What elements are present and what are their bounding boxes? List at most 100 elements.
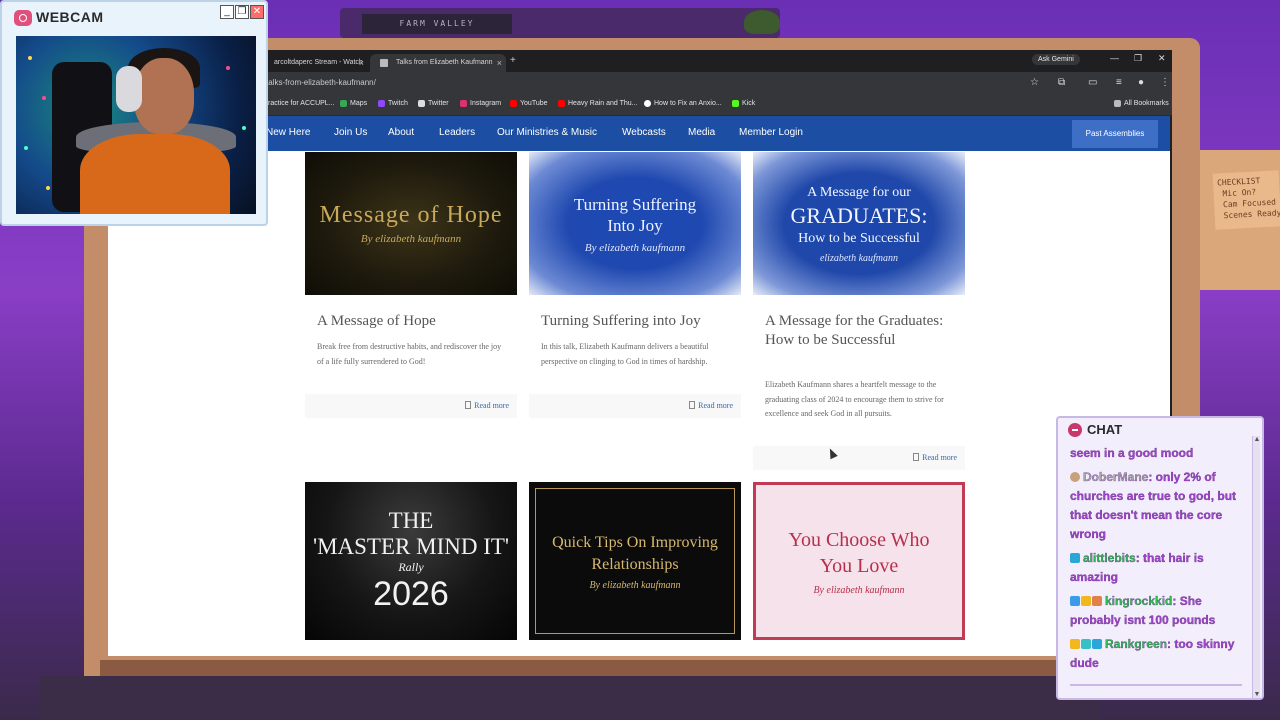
bookmark-label: Twitch	[388, 100, 408, 107]
extensions-icon[interactable]: ⧉	[1058, 77, 1065, 88]
bookmark-label: YouTube	[520, 100, 548, 107]
image-byline: By elizabeth kaufmann	[589, 579, 681, 591]
image-title: Quick Tips On Improving Relationships	[552, 533, 718, 573]
close-icon: ✕	[250, 5, 264, 19]
tab-close-icon[interactable]: ×	[359, 54, 364, 72]
nav-about[interactable]: About	[388, 127, 414, 138]
nav-leaders[interactable]: Leaders	[439, 127, 475, 138]
maps-icon	[340, 100, 347, 107]
nav-new-here[interactable]: New Here	[266, 127, 310, 138]
card-title[interactable]: Turning Suffering into Joy	[541, 312, 731, 331]
bookmark-instagram[interactable]: Instagram	[460, 100, 501, 107]
headphones	[116, 66, 142, 112]
bookmark-anxiety[interactable]: How to Fix an Anxio...	[644, 100, 722, 107]
past-assemblies-button[interactable]: Past Assemblies	[1072, 120, 1158, 148]
profile-icon[interactable]: ●	[1138, 77, 1144, 88]
chat-text: seem in a good mood	[1070, 446, 1194, 460]
read-more-link[interactable]: Read more	[689, 401, 733, 410]
twitch-icon	[378, 100, 385, 107]
close-icon[interactable]: ✕	[1158, 53, 1166, 64]
image-byline: elizabeth kaufmann	[819, 253, 899, 264]
card-description: Elizabeth Kaufmann shares a heartfelt me…	[765, 380, 944, 418]
talk-card: Quick Tips On Improving Relationships By…	[529, 482, 741, 640]
chat-message: DoberMane: only 2% of churches are true …	[1070, 468, 1250, 544]
star-icon[interactable]: ☆	[1030, 77, 1039, 88]
nav-member-login[interactable]: Member Login	[739, 127, 803, 138]
read-more-link[interactable]: Read more	[465, 401, 509, 410]
bookmark-accupl[interactable]: ractice for ACCUPL...	[268, 100, 335, 107]
webcam-overlay: WEBCAM _ ❐ ✕	[0, 0, 268, 226]
nav-join-us[interactable]: Join Us	[334, 127, 367, 138]
bookmark-twitter[interactable]: Twitter	[418, 100, 449, 107]
bookmark-label: Kick	[742, 100, 756, 107]
bookmark-youtube[interactable]: YouTube	[510, 100, 548, 107]
bookmark-label: Maps	[350, 100, 368, 107]
bookmark-kick[interactable]: Kick	[732, 100, 755, 107]
image-title: Turning Suffering Into Joy	[573, 194, 697, 235]
image-border: Quick Tips On Improving Relationships By…	[535, 488, 735, 634]
new-tab-button[interactable]: +	[510, 54, 516, 68]
card-title[interactable]: A Message of Hope	[317, 312, 507, 331]
nav-media[interactable]: Media	[688, 127, 715, 138]
card-title[interactable]: A Message for the Graduates: How to be S…	[765, 312, 955, 350]
bookmark-heavy-rain[interactable]: Heavy Rain and Thu...	[558, 100, 638, 107]
nav-ministries[interactable]: Our Ministries & Music	[497, 127, 597, 138]
all-bookmarks[interactable]: All Bookmarks	[1114, 100, 1169, 107]
card-description: Break free from destructive habits, and …	[317, 342, 502, 366]
card-image[interactable]: Message of Hope By elizabeth kaufmann	[305, 152, 517, 295]
read-more-label: Read more	[474, 401, 509, 410]
bookmark-label: Instagram	[470, 100, 502, 107]
bookmark-twitch[interactable]: Twitch	[378, 100, 408, 107]
tab-kaufmann[interactable]: Talks from Elizabeth Kaufmann ×	[370, 54, 506, 72]
restore-icon[interactable]: ❐	[1134, 53, 1142, 64]
webcam-feed	[16, 36, 256, 214]
card-image[interactable]: THE 'MASTER MIND IT' Rally 2026	[305, 482, 517, 640]
menu-icon[interactable]: ⋮	[1160, 77, 1170, 88]
card-footer: Read more	[305, 394, 517, 418]
read-more-link[interactable]: Read more	[913, 453, 957, 462]
image-year: 2026	[373, 575, 449, 613]
instagram-icon	[460, 100, 467, 107]
card-footer: Read more	[529, 394, 741, 418]
tab-close-icon[interactable]: ×	[497, 54, 502, 72]
bookmark-label: How to Fix an Anxio...	[654, 100, 722, 107]
image-title: Message of Hope	[319, 202, 503, 228]
chat-bubble-icon	[1068, 422, 1082, 437]
minimize-icon[interactable]: —	[1110, 53, 1119, 63]
media-icon[interactable]: ≡	[1116, 77, 1122, 88]
sword-badge-icon	[1070, 596, 1080, 606]
chat-username: kingrockkid	[1105, 594, 1173, 608]
wall-sign: FARM VALLEY	[362, 14, 512, 34]
talk-card: Turning Suffering Into Joy By elizabeth …	[529, 152, 741, 422]
chat-title: CHAT	[1087, 422, 1123, 437]
ask-gemini-button[interactable]: Ask Gemini	[1032, 54, 1080, 65]
document-icon	[689, 401, 696, 409]
image-byline: By elizabeth kaufmann	[584, 241, 686, 254]
card-image[interactable]: Turning Suffering Into Joy By elizabeth …	[529, 152, 741, 295]
card-image[interactable]: Quick Tips On Improving Relationships By…	[529, 482, 741, 640]
chat-scrollbar: ▲ ▼	[1252, 436, 1260, 698]
url-field[interactable]: talks-from-elizabeth-kaufmann/	[266, 78, 376, 87]
talk-card: THE 'MASTER MIND IT' Rally 2026	[305, 482, 517, 640]
nav-webcasts[interactable]: Webcasts	[622, 127, 666, 138]
chat-divider	[1070, 684, 1242, 686]
chat-message: kingrockkid: She probably isnt 100 pound…	[1070, 592, 1250, 630]
fairy-light	[46, 186, 50, 190]
cast-icon[interactable]: ▭	[1088, 77, 1097, 88]
chat-message: Rankgreen: too skinny dude	[1070, 635, 1250, 673]
person-badge-icon	[1092, 596, 1102, 606]
tab-label: arcoltdaperc Stream - Watch	[274, 59, 363, 66]
image-byline: By elizabeth kaufmann	[813, 584, 905, 596]
card-image[interactable]: You Choose Who You Love By elizabeth kau…	[753, 482, 965, 640]
bookmark-label: Twitter	[428, 100, 449, 107]
cube-badge-icon	[1092, 639, 1102, 649]
youtube-icon	[510, 100, 517, 107]
image-line1: A Message for our	[807, 185, 911, 200]
chat-username: alittlebits	[1083, 551, 1136, 565]
bookmark-maps[interactable]: Maps	[340, 100, 367, 107]
cookie-badge-icon	[1070, 472, 1080, 482]
card-image[interactable]: A Message for our GRADUATES: How to be S…	[753, 152, 965, 295]
chat-overlay: CHAT seem in a good mood DoberMane: only…	[1056, 416, 1264, 700]
document-icon	[465, 401, 472, 409]
chat-messages: seem in a good mood DoberMane: only 2% o…	[1070, 444, 1250, 696]
